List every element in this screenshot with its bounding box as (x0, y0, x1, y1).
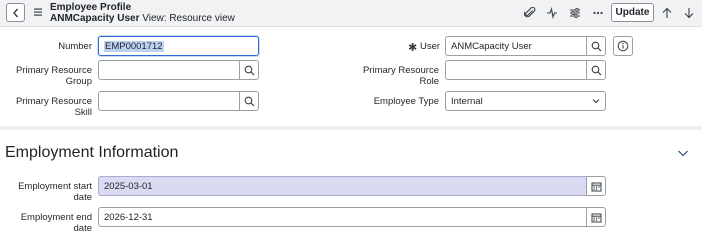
search-icon (244, 65, 254, 75)
paperclip-icon (524, 7, 536, 18)
chevron-down-icon (592, 99, 600, 104)
more-button[interactable] (591, 6, 605, 20)
employee-type-label: Employee Type (373, 96, 439, 107)
next-record-button[interactable] (682, 6, 696, 20)
update-button[interactable]: Update (611, 3, 654, 22)
form-title: Employee Profile (50, 2, 132, 13)
employee-type-value: Internal (451, 95, 483, 107)
back-button[interactable] (6, 3, 25, 22)
hamburger-icon[interactable] (33, 7, 43, 17)
primary-resource-skill-field[interactable] (98, 91, 240, 111)
primary-resource-group-field[interactable] (98, 60, 240, 80)
chevron-down-icon[interactable] (677, 148, 689, 158)
number-label: Number (58, 41, 92, 52)
attachment-button[interactable] (523, 6, 537, 20)
number-field[interactable]: EMP0001712 (98, 36, 259, 56)
number-value: EMP0001712 (104, 40, 164, 52)
primary-resource-role-label: Primary Resource Role (362, 65, 439, 87)
section-title: Employment Information (5, 144, 179, 161)
view-label: View: Resource view (142, 13, 235, 24)
record-subtitle: ANMCapacity User View: Resource view (50, 13, 235, 24)
required-indicator: ✱ (408, 42, 418, 54)
user-field[interactable]: ANMCapacity User (445, 36, 587, 56)
search-icon (244, 96, 254, 106)
calendar-icon (591, 213, 601, 222)
previous-record-button[interactable] (660, 6, 674, 20)
employment-end-date-label: Employment end date (20, 212, 92, 234)
record-name: ANMCapacity User (50, 13, 140, 24)
record-title: Employee Profile ANMCapacity User View: … (50, 2, 235, 24)
settings-button[interactable] (568, 6, 582, 20)
primary-resource-skill-lookup-button[interactable] (239, 91, 259, 111)
info-icon (617, 40, 629, 52)
user-info-button[interactable] (613, 36, 633, 56)
employment-start-date-label: Employment start date (18, 181, 92, 203)
sliders-icon (570, 8, 580, 18)
user-lookup-button[interactable] (586, 36, 606, 56)
employee-type-select[interactable]: Internal (445, 91, 606, 111)
primary-resource-role-field[interactable] (445, 60, 587, 80)
employment-start-date-field[interactable]: 2025-03-01 (98, 176, 587, 196)
arrow-down-icon (684, 8, 694, 19)
employment-start-date-calendar-button[interactable] (586, 176, 606, 196)
employment-end-date-field[interactable]: 2026-12-31 (98, 207, 587, 227)
employment-end-date-calendar-button[interactable] (586, 207, 606, 227)
section-divider (0, 126, 702, 130)
primary-resource-role-lookup-button[interactable] (586, 60, 606, 80)
chevron-left-icon (12, 8, 18, 17)
search-icon (591, 65, 601, 75)
activity-icon (547, 7, 557, 19)
primary-resource-skill-label: Primary Resource Skill (15, 96, 92, 118)
user-label: User (420, 41, 441, 52)
activity-button[interactable] (545, 6, 559, 20)
arrow-up-icon (662, 7, 672, 18)
more-icon (593, 11, 603, 15)
form-header: Employee Profile ANMCapacity User View: … (0, 0, 702, 27)
calendar-icon (591, 182, 601, 191)
primary-resource-group-label: Primary Resource Group (15, 65, 92, 87)
search-icon (591, 41, 601, 51)
primary-resource-group-lookup-button[interactable] (239, 60, 259, 80)
